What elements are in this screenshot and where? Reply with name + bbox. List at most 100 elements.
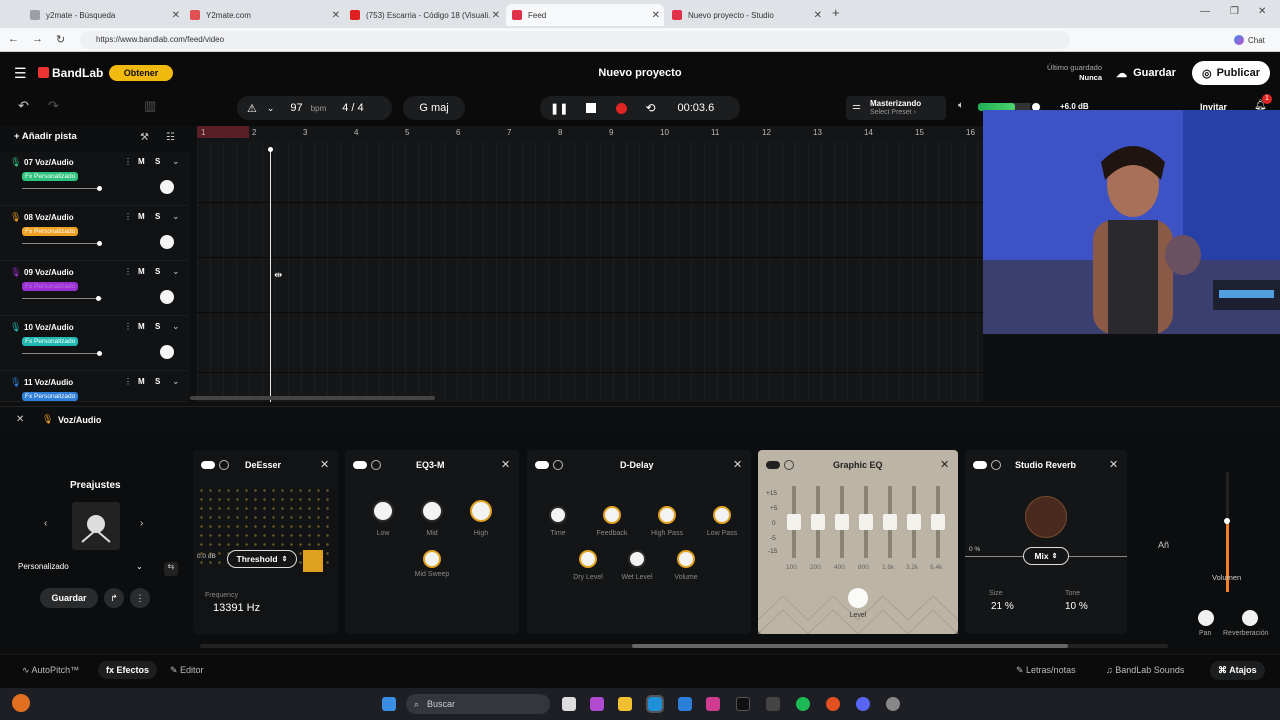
browser-tab-active[interactable]: Feed ✕ xyxy=(506,4,664,26)
prev-preset-icon[interactable]: ‹ xyxy=(44,518,47,529)
mute-button[interactable]: M xyxy=(138,322,145,331)
track-row[interactable]: 🎙︎ 07 Voz/Audio Fx Personalizado ⋮ M S ⌄ xyxy=(0,152,188,206)
track-row[interactable]: 🎙︎ 11 Voz/Audio Fx Personalizado ⋮ M S ⌄ xyxy=(0,372,188,402)
compare-icon[interactable]: ⇆ xyxy=(164,562,178,576)
sounds-tab[interactable]: ♫ BandLab Sounds xyxy=(1106,665,1184,675)
mute-button[interactable]: M xyxy=(138,212,145,221)
track-volume-slider[interactable] xyxy=(22,243,102,244)
guardar-button[interactable]: ☁ Guardar xyxy=(1108,62,1184,84)
browser-tab[interactable]: Nuevo proyecto - Studio ✕ xyxy=(666,4,826,26)
preset-select[interactable]: Personalizado ⌄ xyxy=(18,562,148,578)
mute-button[interactable]: M xyxy=(138,157,145,166)
low-knob[interactable] xyxy=(372,500,394,522)
chevron-down-icon[interactable]: ⌄ xyxy=(267,103,275,114)
solo-button[interactable]: S xyxy=(155,157,160,166)
playhead-handle[interactable] xyxy=(268,147,273,152)
eq-fader-400[interactable] xyxy=(835,514,849,530)
lyrics-tab[interactable]: ✎ Letras/notas xyxy=(1016,665,1076,676)
close-tab-icon[interactable]: ✕ xyxy=(652,10,660,21)
solo-button[interactable]: S xyxy=(155,267,160,276)
fx-badge[interactable]: Fx Personalizado xyxy=(22,227,79,236)
piano-icon[interactable]: ▥ xyxy=(144,98,156,114)
chevron-down-icon[interactable]: ⌄ xyxy=(172,376,180,387)
key-button[interactable]: G maj xyxy=(403,96,465,120)
pan-knob[interactable] xyxy=(160,345,174,359)
browser-tab[interactable]: Y2mate.com ✕ xyxy=(184,4,344,26)
add-track-button[interactable]: + Añadir pista xyxy=(14,131,77,142)
forward-icon[interactable]: → xyxy=(32,33,43,45)
eq-fader-100[interactable] xyxy=(787,514,801,530)
stop-icon[interactable] xyxy=(586,103,597,113)
arrangement-grid[interactable] xyxy=(197,142,983,402)
maximize-icon[interactable]: ❐ xyxy=(1230,6,1239,17)
publicar-button[interactable]: ◎ Publicar xyxy=(1192,61,1270,85)
time-knob[interactable] xyxy=(549,506,567,524)
track-row[interactable]: 🎙︎ 09 Voz/Audio Fx Personalizado ⋮ M S ⌄ xyxy=(0,262,188,316)
shortcuts-button[interactable]: ⌘ Atajos xyxy=(1210,661,1265,680)
speaker-icon[interactable]: 🔈︎ xyxy=(958,100,964,111)
reverb-toggle[interactable] xyxy=(973,461,987,469)
close-effect-icon[interactable]: ✕ xyxy=(501,458,510,471)
graphic-eq-toggle[interactable] xyxy=(766,461,780,469)
undo-icon[interactable]: ↶ xyxy=(18,98,29,114)
dry-level-knob[interactable] xyxy=(579,550,597,568)
copilot-icon[interactable] xyxy=(590,697,604,711)
track-more-icon[interactable]: ⋮ xyxy=(124,377,132,386)
url-field[interactable]: https://www.bandlab.com/feed/video xyxy=(80,31,1070,49)
autopitch-tab[interactable]: ∿ AutoPitch™ xyxy=(22,665,79,676)
save-preset-button[interactable]: Guardar xyxy=(40,588,98,608)
chrome-icon[interactable] xyxy=(886,697,900,711)
track-volume-handle[interactable] xyxy=(97,241,102,246)
new-tab-icon[interactable]: + xyxy=(832,5,840,20)
metronome-icon[interactable]: ⚠ xyxy=(247,102,257,115)
redo-icon[interactable]: ↷ xyxy=(48,98,59,114)
eq-fader-1-6k[interactable] xyxy=(883,514,897,530)
chevron-down-icon[interactable]: ⌄ xyxy=(172,266,180,277)
app-icon[interactable] xyxy=(826,697,840,711)
track-volume-handle[interactable] xyxy=(96,296,101,301)
edge-icon[interactable] xyxy=(646,695,664,713)
track-more-icon[interactable]: ⋮ xyxy=(124,212,132,221)
feedback-knob[interactable] xyxy=(603,506,621,524)
ddelay-toggle[interactable] xyxy=(535,461,549,469)
eq-fader-800[interactable] xyxy=(859,514,873,530)
info-icon[interactable] xyxy=(991,460,1001,470)
eq-fader-3-2k[interactable] xyxy=(907,514,921,530)
magic-wand-icon[interactable]: ⚒ xyxy=(140,132,149,143)
time-signature[interactable]: 4 / 4 xyxy=(342,102,363,114)
high-pass-knob[interactable] xyxy=(658,506,676,524)
pan-knob[interactable] xyxy=(160,235,174,249)
close-effect-icon[interactable]: ✕ xyxy=(733,458,742,471)
reload-icon[interactable]: ↻ xyxy=(56,33,65,46)
tone-value[interactable]: 10 % xyxy=(1065,601,1088,612)
app-icon[interactable] xyxy=(766,697,780,711)
explorer-icon[interactable] xyxy=(618,697,632,711)
eq-fader-6-4k[interactable] xyxy=(931,514,945,530)
fx-badge[interactable]: Fx Personalizado xyxy=(22,282,79,291)
track-more-icon[interactable]: ⋮ xyxy=(124,267,132,276)
mid-sweep-knob[interactable] xyxy=(423,550,441,568)
solo-button[interactable]: S xyxy=(155,322,160,331)
browser-tab[interactable]: y2mate - Búsqueda ✕ xyxy=(24,4,184,26)
close-effect-icon[interactable]: ✕ xyxy=(940,458,949,471)
track-settings-icon[interactable]: ☷ xyxy=(166,132,175,143)
track-more-icon[interactable]: ⋮ xyxy=(124,157,132,166)
close-effect-icon[interactable]: ✕ xyxy=(1109,458,1118,471)
discord-icon[interactable] xyxy=(856,697,870,711)
playhead[interactable] xyxy=(270,150,271,402)
track-name[interactable]: 11 Voz/Audio xyxy=(24,378,73,387)
eq-fader-200[interactable] xyxy=(811,514,825,530)
track-name[interactable]: 07 Voz/Audio xyxy=(24,158,74,167)
wet-level-knob[interactable] xyxy=(628,550,646,568)
close-effect-icon[interactable]: ✕ xyxy=(320,458,329,471)
frequency-value[interactable]: 13391 Hz xyxy=(213,602,260,614)
pan-knob[interactable] xyxy=(160,290,174,304)
record-icon[interactable] xyxy=(616,102,628,114)
track-name[interactable]: 08 Voz/Audio xyxy=(24,213,74,222)
volume-knob[interactable] xyxy=(677,550,695,568)
close-tab-icon[interactable]: ✕ xyxy=(172,10,180,21)
start-icon[interactable] xyxy=(382,697,396,711)
next-preset-icon[interactable]: › xyxy=(140,518,143,529)
low-pass-knob[interactable] xyxy=(713,506,731,524)
deesser-mode-select[interactable]: Threshold ⇕ xyxy=(227,550,297,568)
